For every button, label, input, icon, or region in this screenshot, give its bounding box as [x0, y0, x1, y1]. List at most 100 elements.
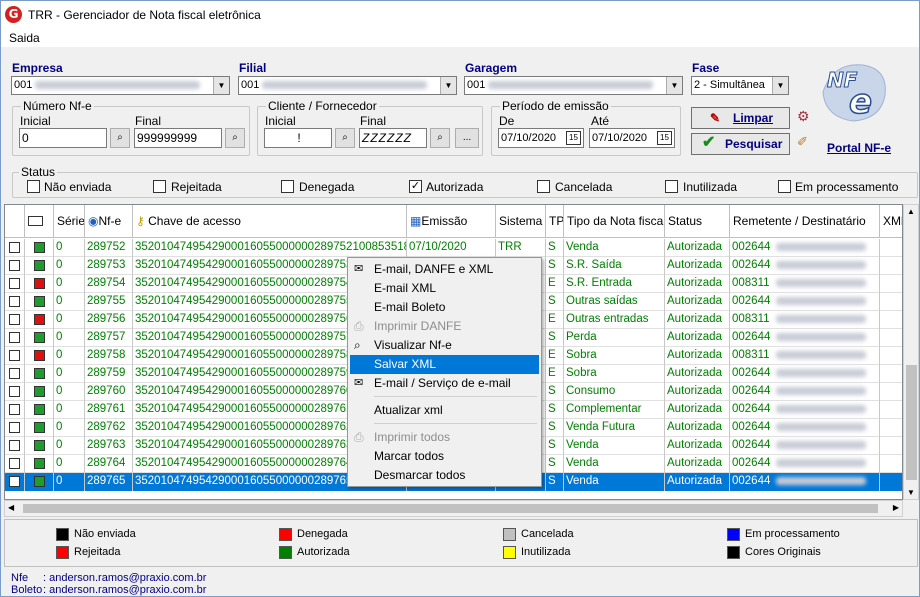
legend-nao-enviada: Não enviada — [56, 528, 136, 541]
row-check-cell[interactable] — [5, 293, 25, 311]
row-checkbox[interactable] — [9, 314, 20, 325]
menu-item-atualizar-xml[interactable]: Atualizar xml — [350, 401, 539, 420]
menu-item-email-danfe-xml[interactable]: ✉ E-mail, DANFE e XML — [350, 260, 539, 279]
header-nfe[interactable]: ◉Nf-e — [85, 205, 133, 238]
chevron-left-icon[interactable]: ◀ — [8, 503, 14, 512]
cell-nfe: 289757 — [85, 329, 133, 347]
status-checkbox-inutilizada[interactable] — [665, 180, 678, 193]
menu-item-salvar-xml[interactable]: Salvar XML — [350, 355, 539, 374]
chevron-up-icon[interactable]: ▲ — [907, 207, 915, 216]
scroll-thumb-h[interactable] — [23, 504, 878, 513]
numero-inicial-input[interactable]: 0 — [19, 128, 107, 148]
row-check-cell[interactable] — [5, 419, 25, 437]
cell-emissao: 07/10/2020 — [407, 239, 496, 257]
status-checkbox-em-processamento[interactable] — [778, 180, 791, 193]
row-checkbox[interactable] — [9, 368, 20, 379]
cliente-final-input[interactable]: ZZZZZZ — [359, 128, 427, 148]
status-checkbox-rejeitada[interactable] — [153, 180, 166, 193]
cell-serie: 0 — [54, 257, 85, 275]
row-check-cell[interactable] — [5, 257, 25, 275]
row-checkbox[interactable] — [9, 404, 20, 415]
binoculars-icon[interactable]: ⌕ — [225, 128, 245, 148]
tools-icon[interactable]: ⚙ — [797, 108, 815, 128]
row-checkbox[interactable] — [9, 458, 20, 469]
header-tp[interactable]: TP — [546, 205, 564, 238]
menu-item-visualizar[interactable]: ⌕ Visualizar Nf-e — [350, 336, 539, 355]
calendar-icon[interactable]: 15 — [566, 131, 581, 145]
periodo-ate-input[interactable]: 07/10/2020 15 — [589, 128, 675, 148]
status-checkbox-nao-enviada[interactable] — [27, 180, 40, 193]
header-tipo[interactable]: Tipo da Nota fiscal — [564, 205, 665, 238]
cell-status: Autorizada — [665, 239, 730, 257]
fase-select[interactable]: 2 - Simultânea ▼ — [691, 76, 789, 95]
pencils-icon[interactable]: ✐ — [797, 134, 815, 154]
row-checkbox[interactable] — [9, 440, 20, 451]
redacted-name — [775, 350, 866, 359]
header-check[interactable] — [5, 205, 25, 238]
row-check-cell[interactable] — [5, 275, 25, 293]
row-check-cell[interactable] — [5, 311, 25, 329]
row-check-cell[interactable] — [5, 473, 25, 491]
menu-item-email-servico[interactable]: ✉ E-mail / Serviço de e-mail — [350, 374, 539, 393]
pesquisar-button[interactable]: ✔ Pesquisar — [691, 133, 790, 155]
menu-item-email-boleto[interactable]: E-mail Boleto — [350, 298, 539, 317]
row-checkbox[interactable] — [9, 260, 20, 271]
legend-cancelada: Cancelada — [503, 528, 574, 541]
binoculars-icon[interactable]: ⌕ — [335, 128, 355, 148]
row-check-cell[interactable] — [5, 329, 25, 347]
menu-saida[interactable]: Saida — [9, 31, 40, 45]
row-checkbox[interactable] — [9, 332, 20, 343]
vertical-scrollbar[interactable]: ▲ ▼ — [903, 204, 919, 500]
row-checkbox[interactable] — [9, 278, 20, 289]
row-check-cell[interactable] — [5, 365, 25, 383]
status-checkbox-autorizada[interactable]: ✓ — [409, 180, 422, 193]
empresa-select[interactable]: 001 ▼ — [11, 76, 230, 95]
header-sistema[interactable]: Sistema — [496, 205, 546, 238]
limpar-button[interactable]: ✎ Limpar — [691, 107, 790, 129]
row-status-color-cell — [25, 401, 54, 419]
header-xml[interactable]: XMl — [880, 205, 902, 238]
scroll-thumb[interactable] — [906, 365, 917, 480]
cell-nfe: 289758 — [85, 347, 133, 365]
row-checkbox[interactable] — [9, 386, 20, 397]
main-window: G TRR - Gerenciador de Nota fiscal eletr… — [0, 0, 920, 597]
row-checkbox[interactable] — [9, 242, 20, 253]
more-button[interactable]: ... — [455, 128, 479, 148]
menu-item-desmarcar-todos[interactable]: Desmarcar todos — [350, 466, 539, 485]
row-check-cell[interactable] — [5, 455, 25, 473]
garagem-select[interactable]: 001 ▼ — [464, 76, 683, 95]
binoculars-icon[interactable]: ⌕ — [110, 128, 130, 148]
table-row[interactable]: 0 289752 352010474954290001605500000028975… — [5, 239, 902, 257]
chevron-right-icon[interactable]: ▶ — [893, 503, 899, 512]
row-checkbox[interactable] — [9, 296, 20, 307]
header-chave[interactable]: ⚷ Chave de acesso — [133, 205, 407, 238]
row-check-cell[interactable] — [5, 383, 25, 401]
svg-text:e: e — [849, 82, 872, 122]
row-check-cell[interactable] — [5, 401, 25, 419]
header-status-color[interactable] — [25, 205, 54, 238]
row-check-cell[interactable] — [5, 347, 25, 365]
menu-item-marcar-todos[interactable]: Marcar todos — [350, 447, 539, 466]
status-checkbox-cancelada[interactable] — [537, 180, 550, 193]
header-status[interactable]: Status — [665, 205, 730, 238]
row-check-cell[interactable] — [5, 437, 25, 455]
status-checkbox-denegada[interactable] — [281, 180, 294, 193]
cliente-inicial-input[interactable]: ! — [264, 128, 332, 148]
row-checkbox[interactable] — [9, 422, 20, 433]
numero-final-input[interactable]: 999999999 — [134, 128, 222, 148]
row-checkbox[interactable] — [9, 476, 20, 487]
header-remetente[interactable]: Remetente / Destinatário — [730, 205, 880, 238]
horizontal-scrollbar[interactable]: ◀ ▶ — [4, 500, 903, 517]
header-emissao[interactable]: ▦Emissão — [407, 205, 496, 238]
row-checkbox[interactable] — [9, 350, 20, 361]
status-color-square — [34, 332, 45, 343]
calendar-icon[interactable]: 15 — [657, 131, 672, 145]
menu-item-email-xml[interactable]: E-mail XML — [350, 279, 539, 298]
binoculars-icon[interactable]: ⌕ — [430, 128, 450, 148]
periodo-de-input[interactable]: 07/10/2020 15 — [498, 128, 584, 148]
header-serie[interactable]: Série — [54, 205, 85, 238]
row-check-cell[interactable] — [5, 239, 25, 257]
filial-select[interactable]: 001 ▼ — [238, 76, 457, 95]
portal-nfe-link[interactable]: Portal NF-e — [827, 141, 891, 155]
chevron-down-icon[interactable]: ▼ — [907, 488, 915, 497]
